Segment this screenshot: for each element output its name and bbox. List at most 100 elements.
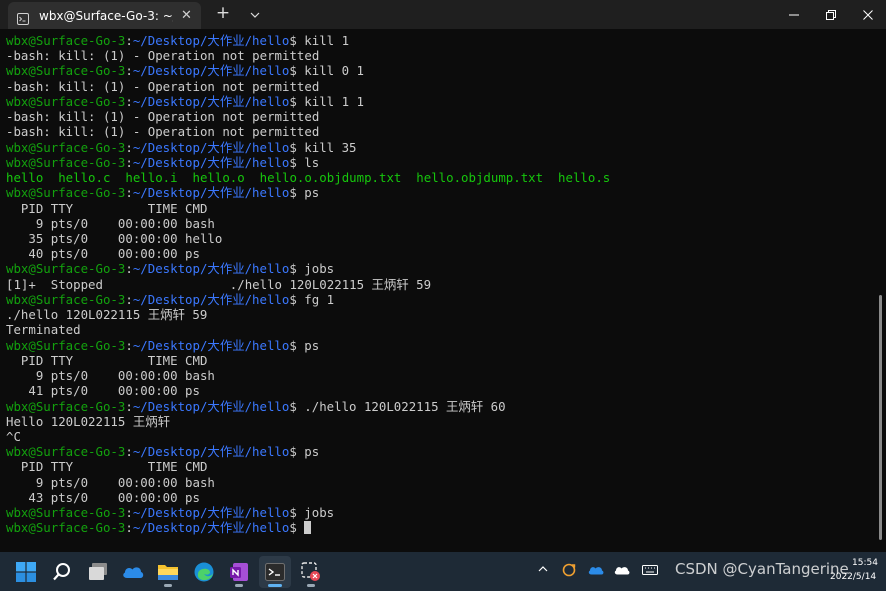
output-line: Terminated	[6, 322, 81, 338]
task-view-button[interactable]	[82, 556, 114, 588]
output-line: [1]+ Stopped ./hello 120L022115 王炳轩 59	[6, 276, 432, 292]
terminal-tab-icon	[17, 10, 29, 25]
task-view-icon	[89, 563, 107, 580]
minimize-button[interactable]	[775, 0, 812, 29]
prompt-path: ~/Desktop/大作业/hello	[132, 520, 290, 536]
cloud-icon	[614, 567, 630, 575]
maximize-button[interactable]	[812, 0, 849, 29]
prompt-user: wbx@Surface-Go-3	[6, 505, 126, 521]
terminal-icon	[265, 563, 285, 581]
chevron-down-icon	[250, 12, 260, 18]
running-indicator	[307, 584, 315, 587]
restore-icon	[825, 9, 836, 20]
tab-close-icon[interactable]: ✕	[181, 8, 192, 23]
snipping-tool-button[interactable]	[295, 556, 327, 588]
output-line: Hello 120L022115 王炳轩	[6, 413, 170, 429]
prompt-line: wbx@Surface-Go-3:~/Desktop/大作业/hello$ ls	[6, 154, 320, 170]
running-indicator	[268, 584, 282, 587]
output-line: PID TTY TIME CMD	[6, 459, 208, 475]
command-text: ps	[296, 337, 320, 353]
output-line: 9 pts/0 00:00:00 bash	[6, 215, 215, 231]
command-text: kill 0 1	[296, 63, 364, 79]
scrollbar[interactable]	[879, 295, 882, 540]
output-line: 35 pts/0 00:00:00 hello	[6, 230, 223, 246]
onenote-button[interactable]	[223, 556, 255, 588]
output-line: 41 pts/0 00:00:00 ps	[6, 383, 200, 399]
minimize-icon	[788, 14, 799, 15]
onenote-icon	[230, 563, 248, 581]
tray-overflow-button[interactable]	[538, 566, 548, 572]
ls-output-line: hello hello.c hello.i hello.o hello.o.ob…	[6, 170, 611, 186]
command-text: jobs	[296, 261, 335, 277]
prompt-line: wbx@Surface-Go-3:~/Desktop/大作业/hello$ jo…	[6, 261, 335, 277]
command-text: jobs	[296, 505, 335, 521]
tray-sync-icon-wrap[interactable]	[562, 563, 576, 577]
prompt-user: wbx@Surface-Go-3	[6, 261, 126, 277]
prompt-line: wbx@Surface-Go-3:~/Desktop/大作业/hello$ ki…	[6, 139, 357, 155]
output-line: -bash: kill: (1) - Operation not permitt…	[6, 124, 320, 140]
output-line: PID TTY TIME CMD	[6, 200, 208, 216]
tray-onedrive[interactable]	[588, 565, 604, 575]
prompt-user: wbx@Surface-Go-3	[6, 444, 126, 460]
tray-cloud[interactable]	[614, 565, 630, 575]
prompt-user: wbx@Surface-Go-3	[6, 398, 126, 414]
tray-keyboard[interactable]	[642, 565, 658, 575]
output-line: 40 pts/0 00:00:00 ps	[6, 246, 200, 262]
prompt-path: ~/Desktop/大作业/hello	[132, 139, 290, 155]
snipping-tool-icon	[301, 562, 320, 581]
prompt-user: wbx@Surface-Go-3	[6, 520, 126, 536]
command-text: ls	[296, 154, 320, 170]
prompt-path: ~/Desktop/大作业/hello	[132, 154, 290, 170]
command-text: ps	[296, 185, 320, 201]
prompt-line: wbx@Surface-Go-3:~/Desktop/大作业/hello$ ki…	[6, 63, 364, 79]
windows-logo-icon	[16, 562, 36, 582]
output-line: ./hello 120L022115 王炳轩 59	[6, 307, 208, 323]
prompt-path: ~/Desktop/大作业/hello	[132, 505, 290, 521]
clock-date[interactable]: 2022/5/14	[830, 572, 876, 582]
edge-icon	[194, 562, 214, 582]
start-button[interactable]	[10, 556, 42, 588]
output-line: -bash: kill: (1) - Operation not permitt…	[6, 78, 320, 94]
command-text: ps	[296, 444, 320, 460]
prompt-line: wbx@Surface-Go-3:~/Desktop/大作业/hello$	[6, 520, 311, 535]
prompt-line: wbx@Surface-Go-3:~/Desktop/大作业/hello$ ki…	[6, 33, 350, 48]
onedrive-button[interactable]	[117, 556, 149, 588]
output-line: -bash: kill: (1) - Operation not permitt…	[6, 109, 320, 125]
prompt-path: ~/Desktop/大作业/hello	[132, 337, 290, 353]
prompt-line: wbx@Surface-Go-3:~/Desktop/大作业/hello$ ki…	[6, 93, 364, 109]
terminal-tab[interactable]: wbx@Surface-Go-3: ~/Desktop/ ✕	[8, 2, 201, 29]
command-text: ./hello 120L022115 王炳轩 60	[296, 398, 506, 414]
prompt-path: ~/Desktop/大作业/hello	[132, 291, 290, 307]
command-text: kill 1	[296, 33, 350, 48]
prompt-user: wbx@Surface-Go-3	[6, 185, 126, 201]
chevron-up-icon	[538, 566, 548, 572]
csdn-watermark: CSDN @CyanTangerine	[675, 560, 849, 578]
output-line: 43 pts/0 00:00:00 ps	[6, 489, 200, 505]
command-text: kill 1 1	[296, 93, 364, 109]
terminal-taskbar-button[interactable]	[259, 556, 291, 588]
output-line: -bash: kill: (1) - Operation not permitt…	[6, 48, 320, 64]
prompt-path: ~/Desktop/大作业/hello	[132, 33, 290, 48]
file-explorer-button[interactable]	[152, 556, 184, 588]
tab-dropdown-button[interactable]	[243, 0, 267, 29]
clock-time[interactable]: 15:54	[852, 558, 878, 568]
prompt-user: wbx@Surface-Go-3	[6, 33, 126, 48]
edge-button[interactable]	[188, 556, 220, 588]
terminal-output[interactable]: wbx@Surface-Go-3:~/Desktop/大作业/hello$ ki…	[0, 31, 880, 551]
prompt-line: wbx@Surface-Go-3:~/Desktop/大作业/hello$ ps	[6, 337, 320, 353]
output-line: 9 pts/0 00:00:00 bash	[6, 474, 215, 490]
prompt-path: ~/Desktop/大作业/hello	[132, 185, 290, 201]
prompt-user: wbx@Surface-Go-3	[6, 291, 126, 307]
prompt-path: ~/Desktop/大作业/hello	[132, 444, 290, 460]
new-tab-button[interactable]: +	[203, 0, 243, 29]
command-text: kill 35	[296, 139, 357, 155]
search-button[interactable]	[46, 556, 78, 588]
search-icon	[53, 563, 70, 581]
prompt-line: wbx@Surface-Go-3:~/Desktop/大作业/hello$ ps	[6, 444, 320, 460]
close-button[interactable]	[849, 0, 886, 29]
tab-title: wbx@Surface-Go-3: ~/Desktop/	[39, 8, 173, 23]
output-line: ^C	[6, 428, 21, 444]
prompt-line: wbx@Surface-Go-3:~/Desktop/大作业/hello$ ps	[6, 185, 320, 201]
prompt-line: wbx@Surface-Go-3:~/Desktop/大作业/hello$ ./…	[6, 398, 506, 414]
output-line: 9 pts/0 00:00:00 bash	[6, 368, 215, 384]
